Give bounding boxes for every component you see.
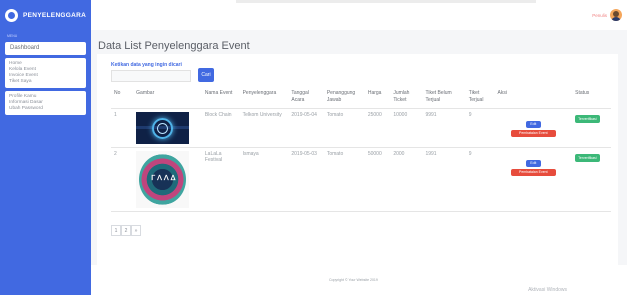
cell-harga: 50000 bbox=[364, 147, 391, 212]
brand[interactable]: PENYELENGGARA bbox=[0, 0, 91, 30]
footer-copyright: Copyright © Your Website 2019 bbox=[329, 278, 378, 282]
col-jumlah-ticket: Jumlah Ticket bbox=[390, 88, 423, 109]
page-2[interactable]: 2 bbox=[121, 225, 131, 236]
sidebar-menu-group: Home Kelola Event Invoice Event Tiket Sa… bbox=[5, 58, 86, 88]
cancel-event-button[interactable]: Pembatalan Event bbox=[510, 129, 556, 137]
sidebar-item-ubah-password[interactable]: Ubah Password bbox=[9, 106, 82, 112]
cell-no: 1 bbox=[111, 108, 134, 148]
status-badge: Terverifikasi bbox=[575, 114, 600, 123]
brand-name: PENYELENGGARA bbox=[23, 11, 87, 19]
cell-aksi: Edit Pembatalan Event bbox=[494, 108, 573, 148]
col-tiket-belum-terjual: Tiket Belum Terjual bbox=[422, 88, 466, 109]
event-image[interactable] bbox=[136, 111, 190, 144]
event-image[interactable]: ᒥᐱᐱᐃ bbox=[136, 150, 190, 208]
event-list-card: Ketikan data yang ingin dicari Cari No G… bbox=[97, 54, 618, 265]
cell-pj: Tomato bbox=[323, 147, 365, 212]
col-status: Status bbox=[572, 88, 611, 109]
col-gambar: Gambar bbox=[133, 88, 202, 109]
table-row: 2 ᒥᐱᐱᐃ LaLaLa Festival Ismaya 2019-05-03… bbox=[111, 147, 611, 212]
page-1[interactable]: 1 bbox=[111, 225, 121, 236]
cell-belum: 1991 bbox=[422, 147, 466, 212]
sidebar-item-tiket-saya[interactable]: Tiket Saya bbox=[9, 79, 82, 85]
search-input[interactable] bbox=[111, 70, 191, 82]
cell-tanggal: 2019-05-04 bbox=[288, 108, 324, 148]
sidebar: PENYELENGGARA MENU Dashboard Home Kelola… bbox=[0, 0, 91, 295]
topbar: Penulis bbox=[91, 0, 627, 30]
col-penyelenggara: Penyelenggara bbox=[239, 88, 289, 109]
col-harga: Harga bbox=[364, 88, 391, 109]
brand-logo-icon bbox=[5, 8, 18, 22]
cancel-event-button[interactable]: Pembatalan Event bbox=[510, 168, 556, 176]
col-tiket-terjual: Tiket Terjual bbox=[465, 88, 495, 109]
topbar-search-bar[interactable] bbox=[236, 0, 536, 3]
avatar[interactable] bbox=[610, 9, 622, 21]
cell-aksi: Edit Pembatalan Event bbox=[494, 147, 573, 212]
sidebar-item-dashboard[interactable]: Dashboard bbox=[5, 42, 86, 55]
user-name[interactable]: Penulis bbox=[592, 13, 607, 18]
cell-nama-event: LaLaLa Festival bbox=[201, 147, 240, 212]
col-tanggal: Tanggal Acara bbox=[288, 88, 324, 109]
cell-penyelenggara: Ismaya bbox=[239, 147, 289, 212]
cell-tanggal: 2019-05-03 bbox=[288, 147, 324, 212]
col-penanggung-jawab: Penanggung Jawab bbox=[323, 88, 365, 109]
cell-harga: 25000 bbox=[364, 108, 391, 148]
search-button[interactable]: Cari bbox=[198, 68, 214, 82]
edit-button[interactable]: Edit bbox=[525, 159, 541, 167]
cell-gambar bbox=[133, 108, 202, 148]
cell-gambar: ᒥᐱᐱᐃ bbox=[133, 147, 202, 212]
poster-text: ᒥᐱᐱᐃ bbox=[151, 174, 178, 182]
cell-terjual: 9 bbox=[465, 108, 495, 148]
edit-button[interactable]: Edit bbox=[525, 120, 541, 128]
col-nama-event: Nama Event bbox=[201, 88, 240, 109]
event-table: No Gambar Nama Event Penyelenggara Tangg… bbox=[111, 88, 611, 212]
pagination: 1 2 » bbox=[111, 225, 141, 236]
cell-belum: 9991 bbox=[422, 108, 466, 148]
status-badge: Terverifikasi bbox=[575, 153, 600, 162]
sidebar-heading: MENU bbox=[7, 34, 18, 38]
col-no: No bbox=[111, 88, 134, 109]
cell-penyelenggara: Telkom University bbox=[239, 108, 289, 148]
cell-jumlah: 10000 bbox=[390, 108, 423, 148]
col-aksi: Aksi bbox=[494, 88, 573, 109]
cell-terjual: 9 bbox=[465, 147, 495, 212]
page-next[interactable]: » bbox=[131, 225, 141, 236]
page-title: Data List Penyelenggara Event bbox=[98, 40, 250, 52]
cell-nama-event: Block Chain bbox=[201, 108, 240, 148]
cell-pj: Tomato bbox=[323, 108, 365, 148]
cell-no: 2 bbox=[111, 147, 134, 212]
windows-activation-text: Aktivasi Windows bbox=[528, 287, 567, 293]
table-header-row: No Gambar Nama Event Penyelenggara Tangg… bbox=[111, 88, 611, 109]
table-row: 1 Block Chain Telkom University 2019-05-… bbox=[111, 108, 611, 148]
cell-jumlah: 2000 bbox=[390, 147, 423, 212]
search-label: Ketikan data yang ingin dicari bbox=[111, 62, 182, 68]
cell-status: Terverifikasi bbox=[572, 108, 611, 148]
cell-status: Terverifikasi bbox=[572, 147, 611, 212]
footer: Copyright © Your Website 2019 Aktivasi W… bbox=[91, 265, 627, 295]
sidebar-profile-group: Profile Kamu Informasi Dasar Ubah Passwo… bbox=[5, 91, 86, 115]
